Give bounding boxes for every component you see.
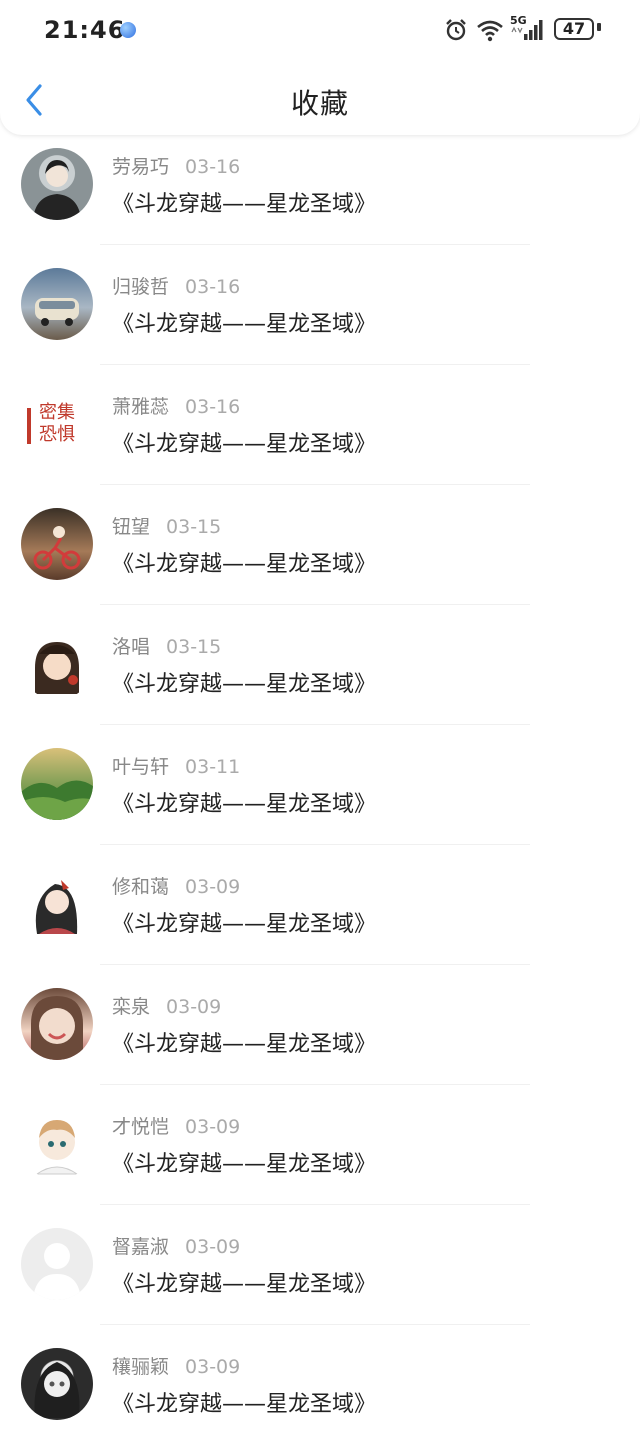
name-row: 叶与轩 03-11 — [112, 752, 240, 779]
book-title-link[interactable]: 《斗龙穿越——星龙圣域》 — [112, 1386, 376, 1418]
battery-level: 47 — [554, 18, 594, 40]
name-row: 督嘉淑 03-09 — [112, 1232, 240, 1259]
date: 03-16 — [185, 276, 241, 298]
signal-icon: 5G — [510, 14, 546, 42]
list-item[interactable]: 叶与轩 03-11 《斗龙穿越——星龙圣域》 — [0, 728, 640, 848]
date: 03-15 — [166, 636, 222, 658]
divider — [100, 724, 530, 725]
book-title-link[interactable]: 《斗龙穿越——星龙圣域》 — [112, 546, 376, 578]
list-item[interactable]: 劳易巧 03-16 《斗龙穿越——星龙圣域》 — [0, 128, 640, 248]
name-row: 萧雅蕊 03-16 — [112, 392, 240, 419]
svg-text:密集: 密集 — [39, 402, 75, 423]
app-icon — [120, 22, 136, 38]
book-title-link[interactable]: 《斗龙穿越——星龙圣域》 — [112, 1026, 376, 1058]
divider — [100, 364, 530, 365]
status-time: 21:46 — [44, 16, 126, 44]
divider — [100, 844, 530, 845]
book-title-link[interactable]: 《斗龙穿越——星龙圣域》 — [112, 426, 376, 458]
divider — [100, 1204, 530, 1205]
status-bar: 21:46 5G 47 — [0, 0, 640, 60]
name-row: 洛唱 03-15 — [112, 632, 221, 659]
user-name: 修和蔼 — [112, 876, 170, 898]
user-name: 钮望 — [112, 516, 151, 538]
list-item[interactable]: 才悦恺 03-09 《斗龙穿越——星龙圣域》 — [0, 1088, 640, 1208]
avatar[interactable] — [21, 628, 93, 700]
user-name: 归骏哲 — [112, 276, 170, 298]
user-name: 穰骊颖 — [112, 1356, 170, 1378]
book-title-link[interactable]: 《斗龙穿越——星龙圣域》 — [112, 306, 376, 338]
date: 03-16 — [185, 156, 241, 178]
date: 03-09 — [166, 996, 222, 1018]
date: 03-16 — [185, 396, 241, 418]
date: 03-15 — [166, 516, 222, 538]
book-title-link[interactable]: 《斗龙穿越——星龙圣域》 — [112, 786, 376, 818]
user-name: 劳易巧 — [112, 156, 170, 178]
date: 03-11 — [185, 756, 241, 778]
book-title-link[interactable]: 《斗龙穿越——星龙圣域》 — [112, 1266, 376, 1298]
book-title-link[interactable]: 《斗龙穿越——星龙圣域》 — [112, 186, 376, 218]
favorites-list: 劳易巧 03-16 《斗龙穿越——星龙圣域》 归骏哲 03-16 《斗龙穿越——星龙圣域》… — [0, 128, 640, 1448]
user-name: 叶与轩 — [112, 756, 170, 778]
user-name: 洛唱 — [112, 636, 151, 658]
battery-icon: 47 — [554, 18, 601, 40]
name-row: 归骏哲 03-16 — [112, 272, 240, 299]
date: 03-09 — [185, 1356, 241, 1378]
list-item[interactable]: 督嘉淑 03-09 《斗龙穿越——星龙圣域》 — [0, 1208, 640, 1328]
header: 21:46 5G 47 收藏 — [0, 0, 640, 135]
divider — [100, 604, 530, 605]
name-row: 钮望 03-15 — [112, 512, 221, 539]
list-item[interactable]: 修和蔼 03-09 《斗龙穿越——星龙圣域》 — [0, 848, 640, 968]
avatar[interactable] — [21, 268, 93, 340]
divider — [100, 484, 530, 485]
list-item[interactable]: 洛唱 03-15 《斗龙穿越——星龙圣域》 — [0, 608, 640, 728]
divider — [100, 244, 530, 245]
wifi-icon — [477, 20, 503, 42]
list-item[interactable]: 密集 恐惧 萧雅蕊 03-16 《斗龙穿越——星龙圣域》 — [0, 368, 640, 488]
avatar[interactable] — [21, 148, 93, 220]
page-title: 收藏 — [290, 87, 349, 120]
avatar[interactable] — [21, 1228, 93, 1300]
name-row: 才悦恺 03-09 — [112, 1112, 240, 1139]
book-title-link[interactable]: 《斗龙穿越——星龙圣域》 — [112, 906, 376, 938]
list-item[interactable]: 钮望 03-15 《斗龙穿越——星龙圣域》 — [0, 488, 640, 608]
divider — [100, 1324, 530, 1325]
list-item[interactable]: 归骏哲 03-16 《斗龙穿越——星龙圣域》 — [0, 248, 640, 368]
name-row: 栾泉 03-09 — [112, 992, 221, 1019]
nav-bar: 收藏 — [0, 60, 640, 135]
avatar[interactable] — [21, 988, 93, 1060]
avatar[interactable] — [21, 508, 93, 580]
divider — [100, 1084, 530, 1085]
list-item[interactable]: 穰骊颖 03-09 《斗龙穿越——星龙圣域》 — [0, 1328, 640, 1448]
avatar[interactable] — [21, 868, 93, 940]
name-row: 穰骊颖 03-09 — [112, 1352, 240, 1379]
name-row: 劳易巧 03-16 — [112, 152, 240, 179]
list-item[interactable]: 栾泉 03-09 《斗龙穿越——星龙圣域》 — [0, 968, 640, 1088]
user-name: 萧雅蕊 — [112, 396, 170, 418]
book-title-link[interactable]: 《斗龙穿越——星龙圣域》 — [112, 666, 376, 698]
avatar[interactable] — [21, 1108, 93, 1180]
date: 03-09 — [185, 1116, 241, 1138]
svg-text:恐惧: 恐惧 — [39, 424, 75, 445]
divider — [100, 964, 530, 965]
alarm-icon — [446, 19, 466, 41]
avatar[interactable]: 密集 恐惧 — [21, 388, 93, 460]
book-title-link[interactable]: 《斗龙穿越——星龙圣域》 — [112, 1146, 376, 1178]
user-name: 督嘉淑 — [112, 1236, 170, 1258]
avatar[interactable] — [21, 748, 93, 820]
date: 03-09 — [185, 1236, 241, 1258]
user-name: 栾泉 — [112, 996, 151, 1018]
avatar[interactable] — [21, 1348, 93, 1420]
user-name: 才悦恺 — [112, 1116, 170, 1138]
battery-nub — [597, 23, 601, 31]
name-row: 修和蔼 03-09 — [112, 872, 240, 899]
date: 03-09 — [185, 876, 241, 898]
